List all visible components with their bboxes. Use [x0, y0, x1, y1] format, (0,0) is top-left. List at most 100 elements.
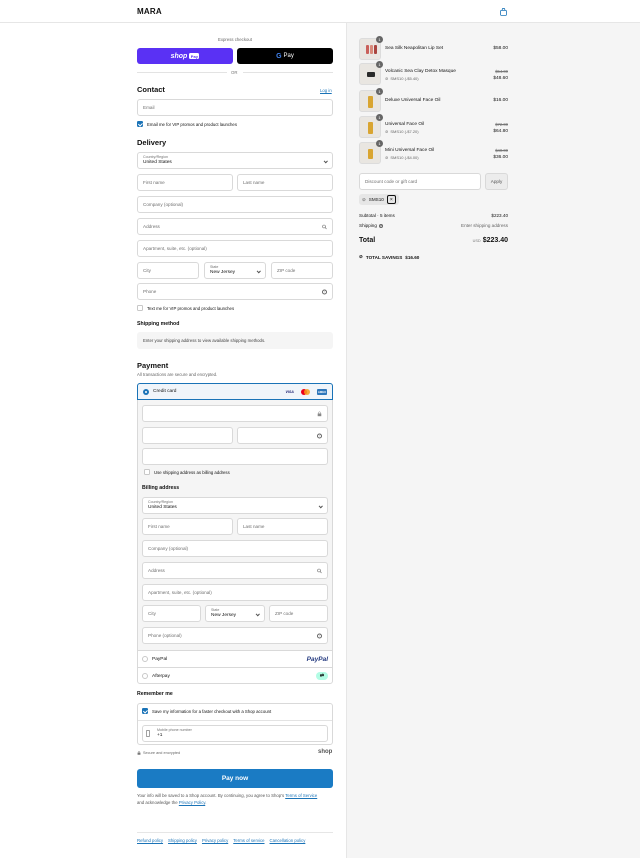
billing-phone-field[interactable]: Phone (optional) ? — [142, 627, 328, 644]
login-link[interactable]: Log in — [320, 88, 332, 93]
discount-code-field[interactable]: Discount code or gift card — [359, 173, 481, 190]
expiration-field[interactable] — [142, 427, 233, 444]
help-icon[interactable]: ? — [322, 289, 327, 294]
billing-country-select[interactable]: Country/Region United States — [142, 497, 328, 514]
save-info-checkbox[interactable] — [142, 708, 148, 714]
afterpay-radio[interactable] — [142, 673, 148, 679]
billing-company-field[interactable]: Company (optional) — [142, 540, 328, 557]
lock-icon — [317, 411, 322, 416]
apply-button[interactable]: Apply — [485, 173, 508, 190]
billing-zip-field[interactable]: ZIP code — [269, 605, 328, 622]
company-placeholder: Company (optional) — [143, 202, 184, 207]
billing-city-field[interactable]: City — [142, 605, 201, 622]
product-original-price: $40.00 — [495, 148, 508, 153]
total-value: $223.40 — [482, 237, 508, 244]
credit-card-radio[interactable] — [143, 388, 149, 395]
shop-pay-button[interactable]: shop Pay — [137, 48, 233, 64]
first-name-field[interactable]: First name — [137, 174, 233, 191]
product-thumbnail: 1 — [359, 88, 383, 112]
vip-email-option[interactable]: Email me for VIP promos and product laun… — [137, 121, 237, 127]
billing-first-name-placeholder: First name — [148, 524, 170, 529]
pay-now-button[interactable]: Pay now — [137, 769, 333, 788]
state-value: New Jersey — [210, 269, 236, 275]
shopping-bag-icon[interactable] — [500, 8, 507, 16]
payment-title: Payment — [137, 361, 169, 370]
shipping-policy-link[interactable]: Shipping policy — [168, 838, 197, 843]
billing-first-name-field[interactable]: First name — [142, 518, 233, 535]
terms-of-service-link[interactable]: Terms of Service — [285, 793, 317, 798]
mobile-phone-field[interactable]: Mobile phone number +1 — [142, 725, 328, 742]
afterpay-label: Afterpay — [152, 673, 170, 679]
paypal-option[interactable]: PayPal PayPal — [137, 650, 333, 667]
use-shipping-option[interactable]: Use shipping address as billing address — [144, 469, 230, 475]
consent-text-end: . — [205, 799, 207, 805]
save-info-label: Save my information for a faster checkou… — [152, 708, 272, 714]
use-shipping-checkbox[interactable] — [144, 469, 150, 475]
help-icon[interactable]: ? — [317, 433, 322, 438]
remove-discount-close-icon[interactable]: × — [386, 195, 396, 204]
payment-subtitle: All transactions are secure and encrypte… — [137, 372, 218, 377]
brand-logo[interactable]: MARA — [137, 7, 162, 16]
billing-apartment-placeholder: Apartment, suite, etc. (optional) — [148, 590, 212, 595]
country-select[interactable]: Country/Region United States — [137, 152, 333, 169]
search-icon — [317, 568, 322, 573]
applied-discount-tag: ⊘ SMS10 × — [359, 194, 399, 205]
company-field[interactable]: Company (optional) — [137, 196, 333, 213]
product-discount: ⊘ SMS10 (-$7.20) — [385, 129, 419, 134]
quantity-badge: 1 — [376, 114, 383, 121]
city-placeholder: City — [143, 268, 151, 273]
card-number-field[interactable] — [142, 405, 328, 422]
subtotal-label: Subtotal · 5 items — [359, 213, 395, 218]
vip-text-option[interactable]: Text me for VIP promos and product launc… — [137, 305, 234, 311]
product-name: Universal Face Oil — [385, 122, 425, 127]
phone-field[interactable]: Phone ? — [137, 283, 333, 300]
terms-of-service-footer-link[interactable]: Terms of service — [233, 838, 264, 843]
address-placeholder: Address — [143, 224, 160, 229]
express-checkout-title: Express checkout — [218, 37, 252, 42]
last-name-field[interactable]: Last name — [237, 174, 333, 191]
billing-address-field[interactable]: Address — [142, 562, 328, 579]
address-field[interactable]: Address — [137, 218, 333, 235]
product-thumbnail: 1 — [359, 114, 383, 138]
security-code-field[interactable]: ? — [237, 427, 328, 444]
billing-apartment-field[interactable]: Apartment, suite, etc. (optional) — [142, 584, 328, 601]
apartment-field[interactable]: Apartment, suite, etc. (optional) — [137, 240, 333, 257]
header — [0, 0, 640, 23]
privacy-policy-link[interactable]: Privacy Policy — [179, 800, 205, 805]
tag-icon: ⊘ — [359, 254, 363, 259]
product-original-price: $54.00 — [495, 69, 508, 74]
afterpay-option[interactable]: Afterpay ⇄ — [137, 667, 333, 684]
zip-field[interactable]: ZIP code — [271, 262, 333, 279]
consent-text-part1: Your info will be saved to a Shop accoun… — [137, 793, 286, 798]
billing-state-select[interactable]: State New Jersey — [205, 605, 265, 622]
help-icon[interactable]: ? — [317, 633, 322, 638]
billing-last-name-field[interactable]: Last name — [237, 518, 328, 535]
apartment-placeholder: Apartment, suite, etc. (optional) — [143, 246, 207, 251]
paypal-radio[interactable] — [142, 656, 148, 662]
state-select[interactable]: State New Jersey — [204, 262, 266, 279]
consent-text: Your info will be saved to a Shop accoun… — [137, 793, 342, 806]
vip-text-checkbox[interactable] — [137, 305, 143, 311]
vip-email-label: Email me for VIP promos and product laun… — [147, 121, 237, 127]
cancellation-policy-link[interactable]: Cancellation policy — [270, 838, 306, 843]
credit-card-label: Credit card — [153, 389, 177, 394]
refund-policy-link[interactable]: Refund policy — [137, 838, 163, 843]
city-field[interactable]: City — [137, 262, 199, 279]
google-pay-button[interactable]: G Pay — [237, 48, 333, 64]
applied-code-text: SMS10 — [368, 197, 384, 202]
google-g-icon: G — [276, 52, 282, 60]
name-on-card-field[interactable] — [142, 448, 328, 465]
visa-icon: VISA — [285, 389, 294, 394]
vip-email-checkbox[interactable] — [137, 121, 143, 127]
credit-card-option[interactable]: Credit card VISA AMEX — [137, 383, 333, 400]
email-field[interactable]: Email — [137, 99, 333, 116]
tag-icon: ⊘ — [362, 196, 366, 202]
mobile-phone-icon — [146, 730, 150, 737]
divider-left — [137, 72, 227, 73]
help-icon[interactable]: ? — [378, 223, 383, 228]
product-name: Mini Universal Face Oil — [385, 148, 435, 153]
save-info-option[interactable]: Save my information for a faster checkou… — [142, 708, 271, 714]
paypal-logo: PayPal — [306, 655, 328, 663]
use-shipping-label: Use shipping address as billing address — [154, 469, 230, 475]
privacy-policy-footer-link[interactable]: Privacy policy — [202, 838, 228, 843]
